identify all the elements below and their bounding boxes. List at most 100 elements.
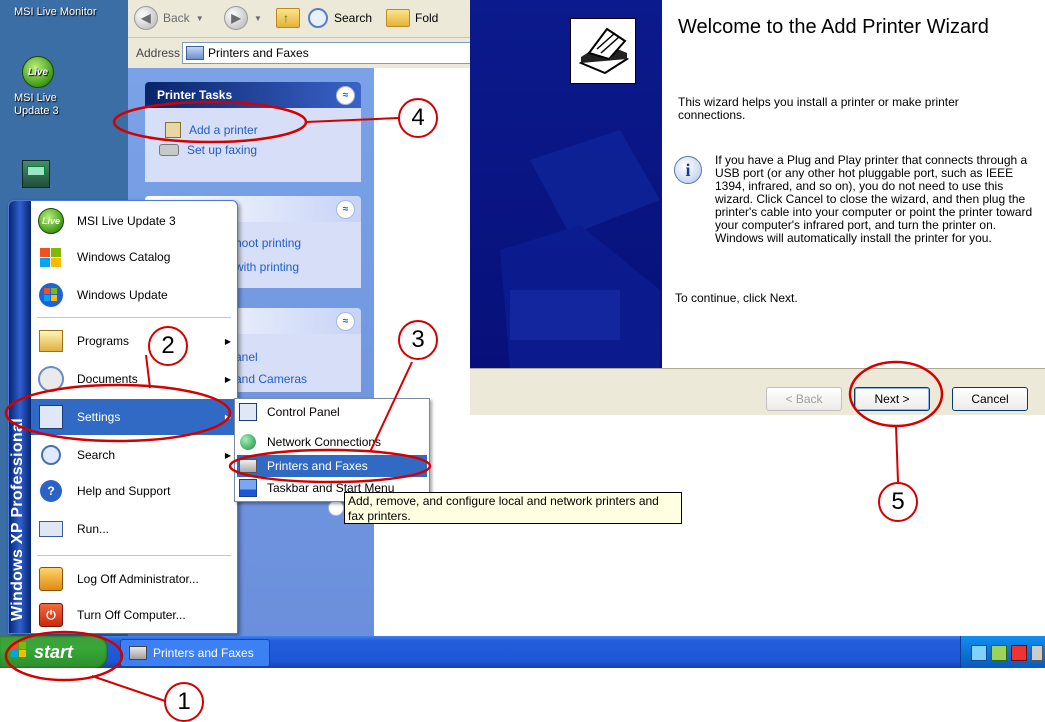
start-menu: Windows XP Professional Live MSI Live Up… xyxy=(8,200,238,634)
menu-item-windows-update[interactable]: Windows Update xyxy=(31,277,237,313)
taskbar-icon xyxy=(239,479,257,497)
menu-item-windows-catalog[interactable]: Windows Catalog xyxy=(31,239,237,275)
address-field[interactable]: Printers and Faxes xyxy=(182,42,472,64)
printer-tasks-panel: Printer Tasks ≈ Add a printer Set up fax… xyxy=(145,82,361,182)
start-button[interactable]: start xyxy=(0,636,108,668)
control-panel-icon xyxy=(239,403,257,421)
menu-item-settings[interactable]: Settings ▶ xyxy=(31,399,237,435)
help-printing-link[interactable]: with printing xyxy=(235,260,299,274)
step-number-1: 1 xyxy=(164,682,204,722)
forward-arrow-icon: ▶ xyxy=(224,6,248,30)
explorer-toolbar: ◀ Back ▼ ▶ ▼ ↑ Search Fold xyxy=(128,0,470,38)
fax-icon xyxy=(159,144,179,156)
next-button[interactable]: Next > xyxy=(854,387,930,411)
add-printer-icon xyxy=(165,122,181,138)
menu-item-documents[interactable]: Documents ▶ xyxy=(31,361,237,397)
wizard-banner xyxy=(470,0,662,368)
back-button[interactable]: < Back xyxy=(766,387,842,411)
printers-faxes-tooltip: Add, remove, and configure local and net… xyxy=(344,492,682,524)
troubleshoot-printing-link[interactable]: hoot printing xyxy=(235,236,301,250)
submenu-item-network-connections[interactable]: Network Connections xyxy=(237,431,427,453)
address-bar: Address Printers and Faxes xyxy=(128,38,472,69)
step-number-5: 5 xyxy=(878,482,918,522)
taskbar-item-printers-faxes[interactable]: Printers and Faxes xyxy=(120,639,270,667)
windows-catalog-icon xyxy=(37,243,65,271)
step-number-4: 4 xyxy=(398,98,438,138)
power-icon: ⏻ xyxy=(37,601,65,629)
folders-button[interactable]: Fold xyxy=(386,6,438,30)
submenu-item-printers-faxes[interactable]: Printers and Faxes xyxy=(237,455,427,477)
tray-icon[interactable] xyxy=(1031,645,1043,661)
network-globe-icon xyxy=(239,433,257,451)
step-number-2: 2 xyxy=(148,326,188,366)
wizard-printer-icon xyxy=(570,18,636,84)
wizard-info-text: If you have a Plug and Play printer that… xyxy=(715,153,1033,245)
setup-faxing-link[interactable]: Set up faxing xyxy=(159,143,257,157)
run-icon xyxy=(37,515,65,543)
monitor-icon[interactable] xyxy=(22,160,50,188)
desktop-icon-msi-live-monitor[interactable]: MSI Live Monitor xyxy=(14,6,114,19)
up-folder-button[interactable]: ↑ xyxy=(276,6,300,30)
step-number-3: 3 xyxy=(398,320,438,360)
programs-icon xyxy=(37,327,65,355)
settings-icon xyxy=(37,403,65,431)
submenu-arrow-icon: ▶ xyxy=(224,450,231,460)
cancel-button[interactable]: Cancel xyxy=(952,387,1028,411)
tray-icon[interactable] xyxy=(971,645,987,661)
annotation-line-1 xyxy=(91,675,169,703)
submenu-arrow-icon: ▶ xyxy=(224,336,231,346)
submenu-item-control-panel[interactable]: Control Panel xyxy=(237,401,427,423)
search-icon xyxy=(308,8,328,28)
menu-item-help-support[interactable]: ? Help and Support xyxy=(31,473,237,509)
collapse-icon[interactable]: ≈ xyxy=(336,85,355,105)
address-label: Address xyxy=(136,46,181,60)
menu-item-msi-live-update[interactable]: Live MSI Live Update 3 xyxy=(31,203,237,239)
log-off-icon xyxy=(37,565,65,593)
desktop-icon-msi-live-update[interactable]: Live MSI Live Update 3 xyxy=(14,56,114,118)
add-printer-wizard: Welcome to the Add Printer Wizard This w… xyxy=(470,0,1045,415)
printer-folder-icon xyxy=(186,46,204,60)
chevron-down-icon: ▼ xyxy=(195,13,204,23)
menu-item-turn-off[interactable]: ⏻ Turn Off Computer... xyxy=(31,597,237,633)
back-button[interactable]: ◀ Back ▼ xyxy=(134,6,204,30)
taskbar: start Printers and Faxes xyxy=(0,636,1045,668)
menu-separator xyxy=(37,317,231,318)
settings-submenu: Control Panel Network Connections Printe… xyxy=(234,398,430,502)
menu-item-log-off[interactable]: Log Off Administrator... xyxy=(31,561,237,597)
live-update-icon: Live xyxy=(22,56,54,88)
windows-update-icon xyxy=(37,281,65,309)
scanners-cameras-link[interactable]: and Cameras xyxy=(235,372,307,386)
help-icon: ? xyxy=(37,477,65,505)
submenu-arrow-icon: ▶ xyxy=(224,374,231,384)
annotation-line-5 xyxy=(895,425,899,483)
start-menu-brand-band: Windows XP Professional xyxy=(9,201,31,633)
printer-icon xyxy=(239,457,257,475)
search-icon xyxy=(37,441,65,469)
menu-item-run[interactable]: Run... xyxy=(31,511,237,547)
tray-icon[interactable] xyxy=(991,645,1007,661)
back-arrow-icon: ◀ xyxy=(134,6,158,30)
menu-item-search[interactable]: Search ▶ xyxy=(31,437,237,473)
submenu-arrow-icon: ▶ xyxy=(224,412,231,422)
desktop-icon-label: MSI Live Monitor xyxy=(14,6,97,18)
search-button[interactable]: Search xyxy=(308,6,372,30)
folders-icon xyxy=(386,9,410,27)
wizard-button-bar: < Back Next > Cancel xyxy=(470,368,1045,415)
wizard-continue-text: To continue, click Next. xyxy=(675,291,798,305)
menu-separator xyxy=(37,555,231,556)
windows-logo-icon xyxy=(10,641,28,664)
collapse-icon[interactable]: ≈ xyxy=(336,199,355,219)
add-printer-link[interactable]: Add a printer xyxy=(165,122,258,138)
printer-tasks-header[interactable]: Printer Tasks ≈ xyxy=(145,82,361,108)
printer-folder-icon xyxy=(129,646,147,660)
documents-icon xyxy=(37,365,65,393)
collapse-icon[interactable]: ≈ xyxy=(336,311,355,331)
wizard-title: Welcome to the Add Printer Wizard xyxy=(678,16,989,38)
control-panel-link[interactable]: anel xyxy=(235,350,258,364)
forward-button[interactable]: ▶ ▼ xyxy=(224,6,262,30)
tray-icon[interactable] xyxy=(1011,645,1027,661)
system-tray xyxy=(960,636,1045,668)
menu-item-programs[interactable]: Programs ▶ xyxy=(31,323,237,359)
wizard-intro: This wizard helps you install a printer … xyxy=(678,95,959,122)
collapse-icon[interactable] xyxy=(328,500,344,516)
